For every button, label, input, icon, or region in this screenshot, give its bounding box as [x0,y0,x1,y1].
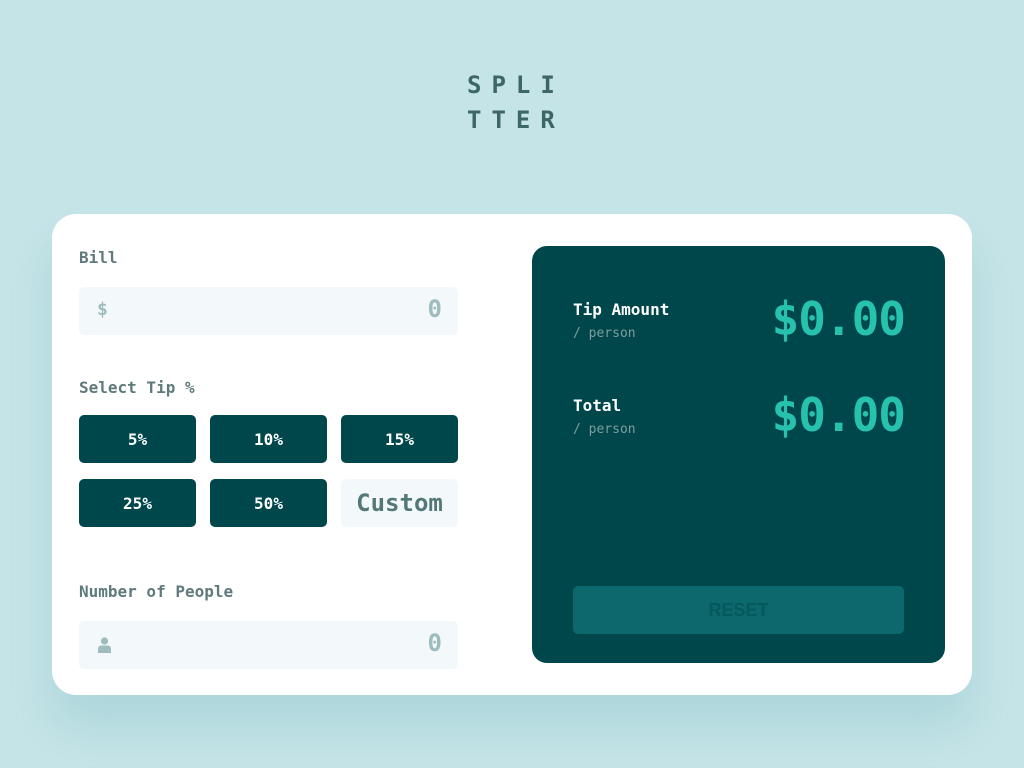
person-icon [98,637,111,653]
bill-input-value: 0 [427,295,442,323]
tip-options: 5% 10% 15% 25% 50% Custom [79,415,458,527]
bill-input[interactable]: $ 0 [79,287,458,335]
tip-amount-row: Tip Amount / person $0.00 [573,292,906,360]
tip-button-10[interactable]: 10% [210,415,327,463]
bill-label: Bill [79,248,118,267]
total-title: Total [573,396,622,415]
tip-button-50[interactable]: 50% [210,479,327,527]
total-sub: / person [573,422,636,437]
total-row: Total / person $0.00 [573,388,906,456]
app-logo: SPLI TTER [467,68,563,138]
tip-button-25[interactable]: 25% [79,479,196,527]
input-section: Bill $ 0 Select Tip % 5% 10% 15% 25% 50%… [79,214,458,695]
people-label: Number of People [79,582,234,601]
custom-tip-input[interactable]: Custom [341,479,458,527]
people-input-value: 0 [427,629,442,657]
reset-button[interactable]: RESET [573,586,904,634]
tip-button-5[interactable]: 5% [79,415,196,463]
tip-amount-title: Tip Amount [573,300,670,319]
total-value: $0.00 [771,388,906,442]
tip-button-15[interactable]: 15% [341,415,458,463]
logo-line-2: TTER [467,106,565,134]
dollar-icon: $ [97,299,108,320]
select-tip-label: Select Tip % [79,378,195,397]
logo-line-1: SPLI [467,71,565,99]
people-input[interactable]: 0 [79,621,458,669]
calculator-card: Bill $ 0 Select Tip % 5% 10% 15% 25% 50%… [52,214,972,695]
result-panel: Tip Amount / person $0.00 Total / person… [532,246,945,663]
tip-amount-sub: / person [573,326,636,341]
tip-amount-value: $0.00 [771,292,906,346]
